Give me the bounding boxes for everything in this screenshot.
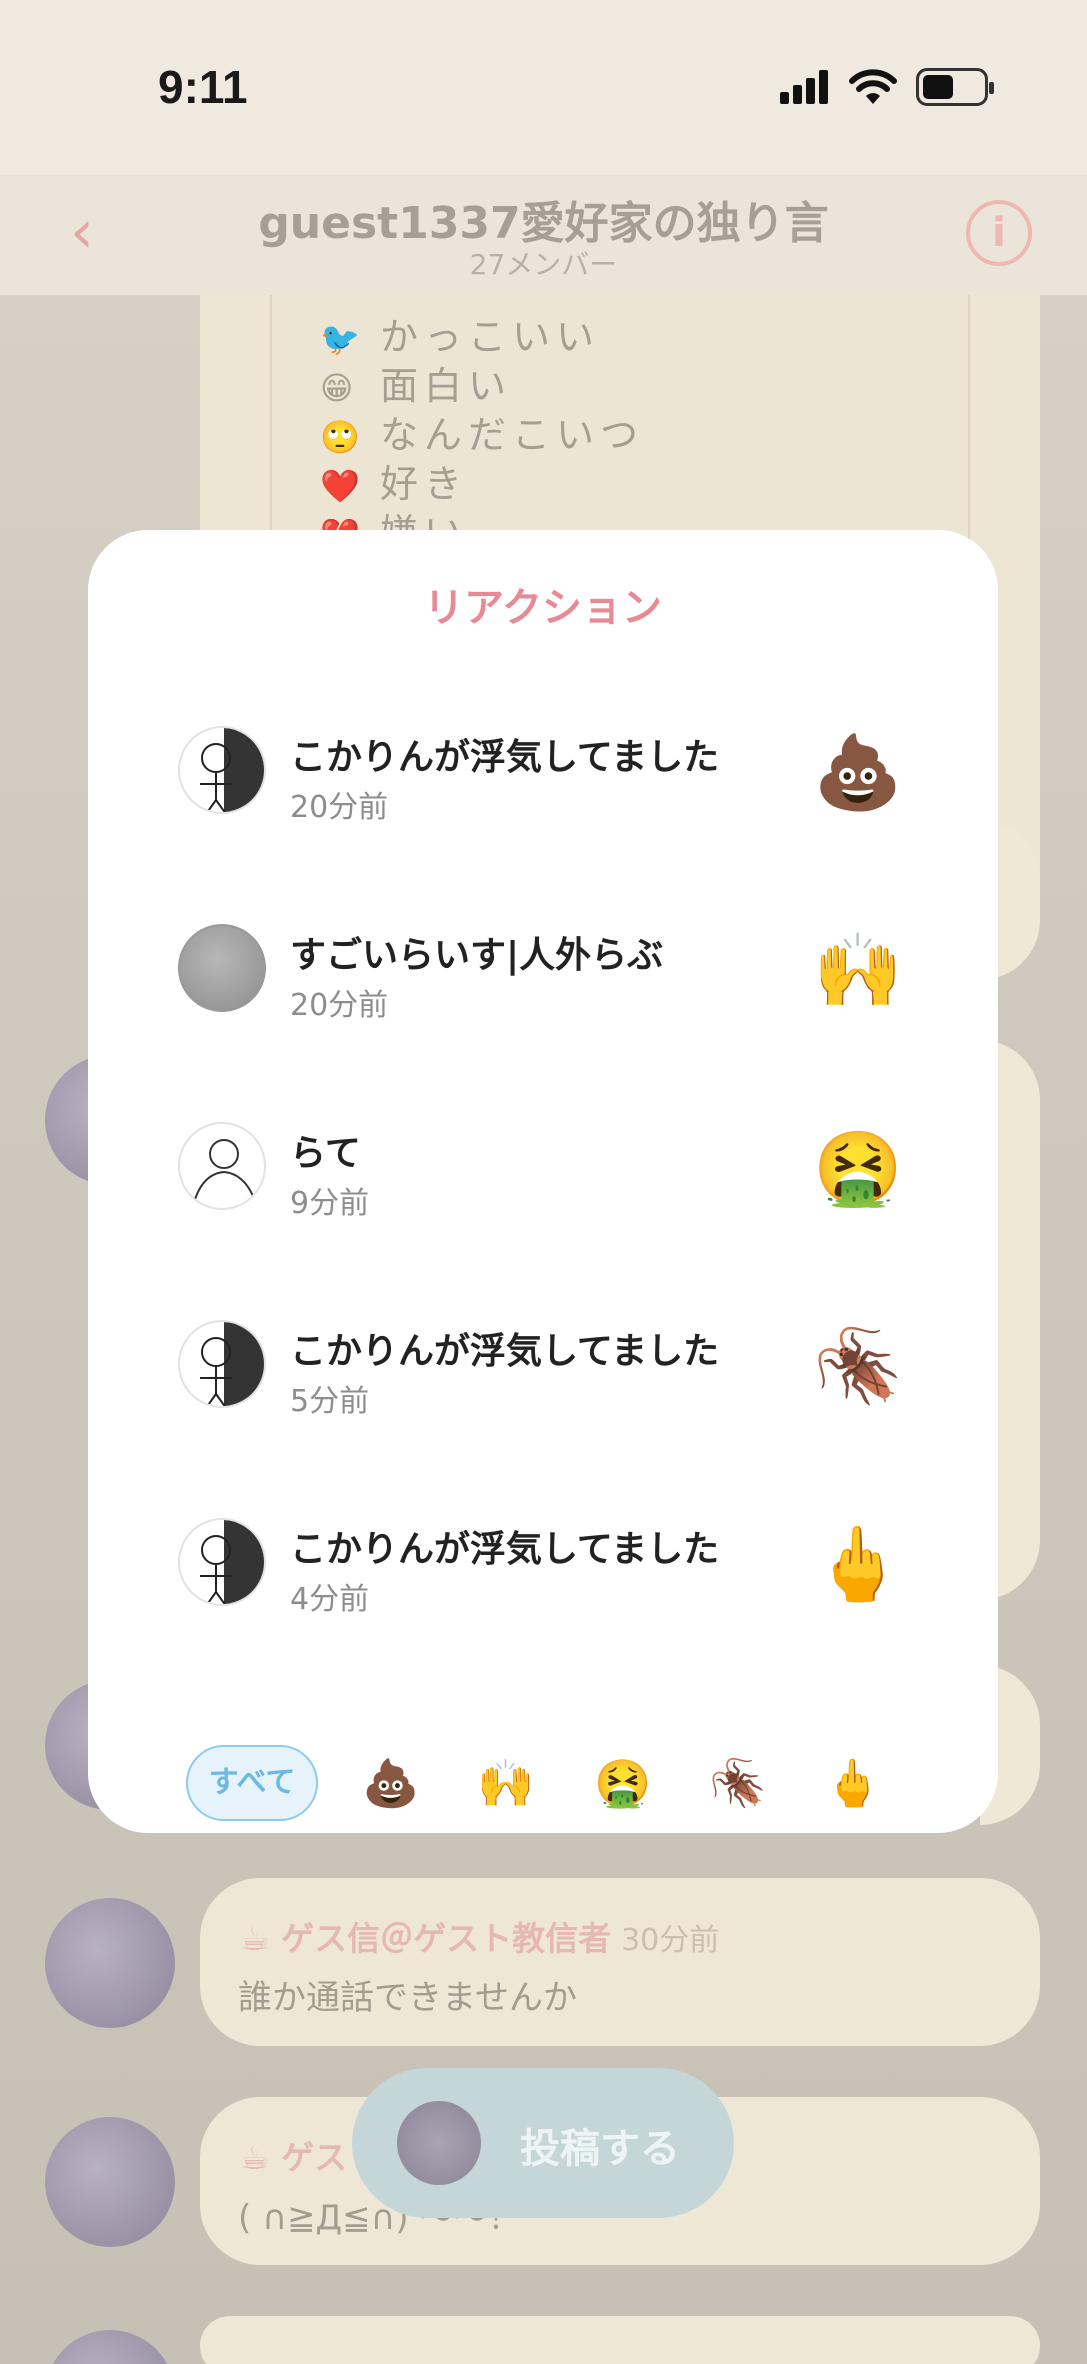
reaction-time: 20分前 xyxy=(290,790,389,825)
reaction-filter-tabs: すべて 💩 🙌 🤮 🪳 🖕 xyxy=(88,1745,998,1825)
battery-icon xyxy=(916,68,994,106)
cockroach-emoji-icon: 🪳 xyxy=(813,1324,903,1408)
message-time: 30分前 xyxy=(621,1923,720,1958)
reaction-time: 20分前 xyxy=(290,988,389,1023)
avatar xyxy=(178,1518,266,1606)
tab-middle-finger-emoji-icon[interactable]: 🖕 xyxy=(818,1745,888,1821)
legend-row: ❤️ 好き xyxy=(320,462,469,506)
poop-emoji-icon: 💩 xyxy=(813,730,903,814)
reaction-row[interactable]: らて 9分前 🤮 xyxy=(88,1096,998,1236)
avatar[interactable] xyxy=(45,1898,175,2028)
tab-cockroach-emoji-icon[interactable]: 🪳 xyxy=(703,1745,773,1821)
status-bar: 9:11 xyxy=(0,0,1087,175)
message-text: 誰か通話できませんか xyxy=(238,1978,577,2018)
reaction-row[interactable]: すごいらいす|人外らぶ 20分前 🙌 xyxy=(88,898,998,1038)
legend-row: 🙄 なんだこいつ xyxy=(320,413,645,457)
wifi-icon xyxy=(849,69,897,104)
chat-message[interactable] xyxy=(200,1878,1040,2046)
legend-row: 😁 面白い xyxy=(320,364,513,408)
chat-header: ‹ guest1337愛好家の独り言 27メンバー i xyxy=(0,175,1087,295)
reaction-time: 4分前 xyxy=(290,1582,370,1617)
avatar xyxy=(178,1320,266,1408)
info-icon[interactable]: i xyxy=(966,200,1032,266)
reaction-user-name: こかりんが浮気してました xyxy=(290,1331,720,1372)
reaction-user-name: こかりんが浮気してました xyxy=(290,1529,720,1570)
legend-row: 🐦 かっこいい xyxy=(320,315,601,359)
message-author: ☕ ゲス信＠ゲスト教信者 30分前 xyxy=(240,1919,720,1958)
tab-vomiting-face-emoji-icon[interactable]: 🤮 xyxy=(588,1745,658,1821)
status-time: 9:11 xyxy=(158,61,248,113)
post-button[interactable]: 投稿する xyxy=(352,2068,734,2218)
reaction-row[interactable]: こかりんが浮気してました 20分前 💩 xyxy=(88,700,998,840)
avatar xyxy=(397,2101,481,2185)
reaction-time: 9分前 xyxy=(290,1186,370,1221)
reaction-modal: リアクション こかりんが浮気してました 20分前 💩 すごいらいす|人外らぶ 2… xyxy=(88,530,998,1833)
cellular-signal-icon xyxy=(780,70,832,104)
post-button-label: 投稿する xyxy=(520,2126,680,2172)
modal-title: リアクション xyxy=(424,585,662,631)
tab-poop-emoji-icon[interactable]: 💩 xyxy=(356,1745,426,1821)
chat-title: guest1337愛好家の独り言 xyxy=(258,198,829,249)
avatar[interactable] xyxy=(45,2117,175,2247)
middle-finger-emoji-icon: 🖕 xyxy=(813,1522,903,1606)
reaction-user-name: らて xyxy=(290,1133,361,1174)
reaction-time: 5分前 xyxy=(290,1384,370,1419)
avatar xyxy=(178,924,266,1012)
reaction-user-name: すごいらいす|人外らぶ xyxy=(290,935,664,976)
raising-hands-emoji-icon: 🙌 xyxy=(813,928,903,1012)
tab-raising-hands-emoji-icon[interactable]: 🙌 xyxy=(471,1745,541,1821)
reaction-row[interactable]: こかりんが浮気してました 4分前 🖕 xyxy=(88,1492,998,1632)
tab-all[interactable]: すべて xyxy=(186,1745,318,1821)
chat-message[interactable] xyxy=(200,2316,1040,2364)
vomiting-face-emoji-icon: 🤮 xyxy=(813,1126,903,1210)
reaction-row[interactable]: こかりんが浮気してました 5分前 🪳 xyxy=(88,1294,998,1434)
avatar xyxy=(178,726,266,814)
member-count: 27メンバー xyxy=(469,248,618,281)
reaction-user-name: こかりんが浮気してました xyxy=(290,737,720,778)
avatar xyxy=(178,1122,266,1210)
